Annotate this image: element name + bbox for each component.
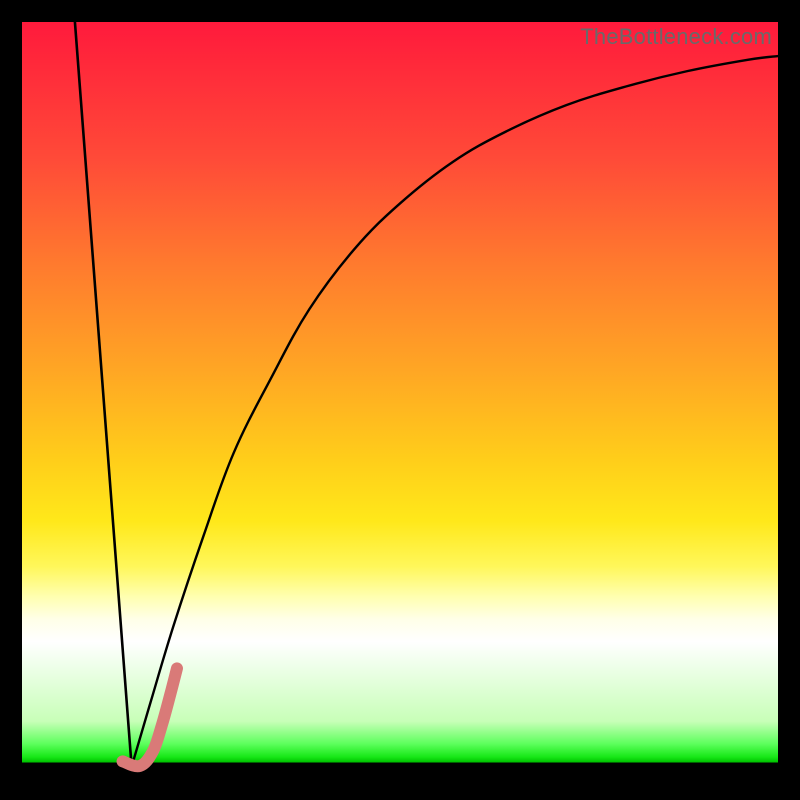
series-left-descent <box>75 22 132 767</box>
chart-frame: TheBottleneck.com <box>0 0 800 800</box>
chart-plot-area: TheBottleneck.com <box>22 22 778 778</box>
series-right-curve <box>132 56 778 767</box>
chart-svg <box>22 22 778 778</box>
